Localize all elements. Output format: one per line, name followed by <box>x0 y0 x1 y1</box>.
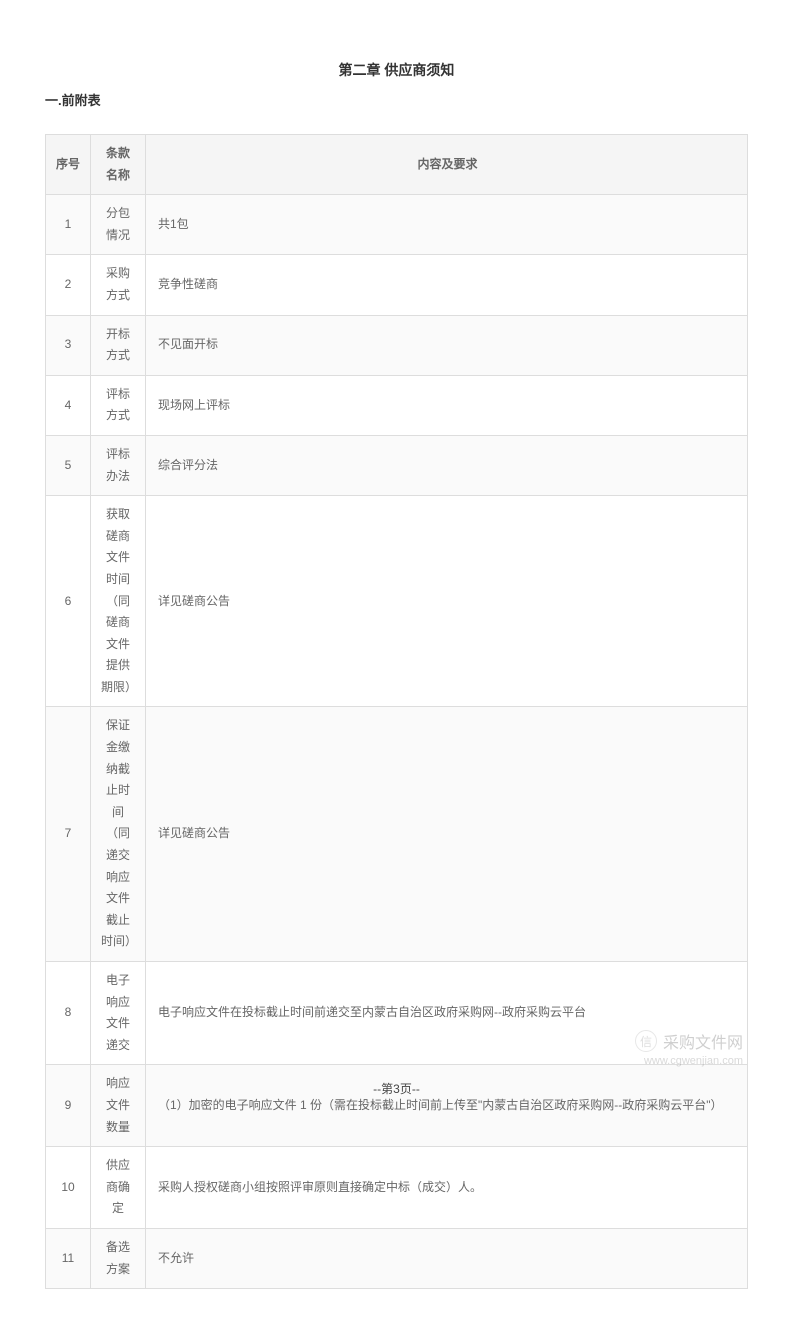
cell-name: 评标办法 <box>91 435 146 495</box>
cell-content: 电子响应文件在投标截止时间前递交至内蒙古自治区政府采购网--政府采购云平台 <box>146 962 748 1065</box>
cell-content: 详见磋商公告 <box>146 707 748 962</box>
cell-content: 共1包 <box>146 195 748 255</box>
cell-content: 不允许 <box>146 1228 748 1288</box>
table-row: 1 分包情况 共1包 <box>46 195 748 255</box>
cell-seq: 8 <box>46 962 91 1065</box>
table-row: 6 获取磋商文件时间（同磋商文件提供期限） 详见磋商公告 <box>46 496 748 707</box>
cell-content: 采购人授权磋商小组按照评审原则直接确定中标（成交）人。 <box>146 1147 748 1229</box>
cell-seq: 6 <box>46 496 91 707</box>
header-seq: 序号 <box>46 135 91 195</box>
section-title: 一.前附表 <box>45 90 748 109</box>
cell-seq: 11 <box>46 1228 91 1288</box>
cell-seq: 7 <box>46 707 91 962</box>
table-row: 3 开标方式 不见面开标 <box>46 315 748 375</box>
table-row: 4 评标方式 现场网上评标 <box>46 375 748 435</box>
table-row: 5 评标办法 综合评分法 <box>46 435 748 495</box>
table-header-row: 序号 条款名称 内容及要求 <box>46 135 748 195</box>
cell-name: 响应文件数量 <box>91 1065 146 1147</box>
table-row: 10 供应商确定 采购人授权磋商小组按照评审原则直接确定中标（成交）人。 <box>46 1147 748 1229</box>
chapter-title: 第二章 供应商须知 <box>45 60 748 80</box>
requirements-table: 序号 条款名称 内容及要求 1 分包情况 共1包 2 采购方式 竞争性磋商 3 … <box>45 134 748 1289</box>
cell-seq: 10 <box>46 1147 91 1229</box>
cell-content: 竞争性磋商 <box>146 255 748 315</box>
cell-name: 保证金缴纳截止时间（同递交响应文件截止时间） <box>91 707 146 962</box>
cell-seq: 1 <box>46 195 91 255</box>
cell-seq: 3 <box>46 315 91 375</box>
table-row: 7 保证金缴纳截止时间（同递交响应文件截止时间） 详见磋商公告 <box>46 707 748 962</box>
header-name: 条款名称 <box>91 135 146 195</box>
cell-name: 采购方式 <box>91 255 146 315</box>
cell-seq: 5 <box>46 435 91 495</box>
cell-name: 分包情况 <box>91 195 146 255</box>
table-row: 8 电子响应文件递交 电子响应文件在投标截止时间前递交至内蒙古自治区政府采购网-… <box>46 962 748 1065</box>
cell-content: 综合评分法 <box>146 435 748 495</box>
cell-content: 详见磋商公告 <box>146 496 748 707</box>
cell-seq: 4 <box>46 375 91 435</box>
cell-name: 供应商确定 <box>91 1147 146 1229</box>
cell-content: 现场网上评标 <box>146 375 748 435</box>
table-row: 2 采购方式 竞争性磋商 <box>46 255 748 315</box>
cell-name: 备选方案 <box>91 1228 146 1288</box>
cell-content: （1）加密的电子响应文件 1 份（需在投标截止时间前上传至"内蒙古自治区政府采购… <box>146 1065 748 1147</box>
cell-seq: 9 <box>46 1065 91 1147</box>
cell-name: 开标方式 <box>91 315 146 375</box>
table-row: 9 响应文件数量 （1）加密的电子响应文件 1 份（需在投标截止时间前上传至"内… <box>46 1065 748 1147</box>
cell-name: 获取磋商文件时间（同磋商文件提供期限） <box>91 496 146 707</box>
table-row: 11 备选方案 不允许 <box>46 1228 748 1288</box>
header-content: 内容及要求 <box>146 135 748 195</box>
cell-name: 电子响应文件递交 <box>91 962 146 1065</box>
page-number: --第3页-- <box>0 1080 793 1097</box>
cell-seq: 2 <box>46 255 91 315</box>
cell-name: 评标方式 <box>91 375 146 435</box>
cell-content: 不见面开标 <box>146 315 748 375</box>
